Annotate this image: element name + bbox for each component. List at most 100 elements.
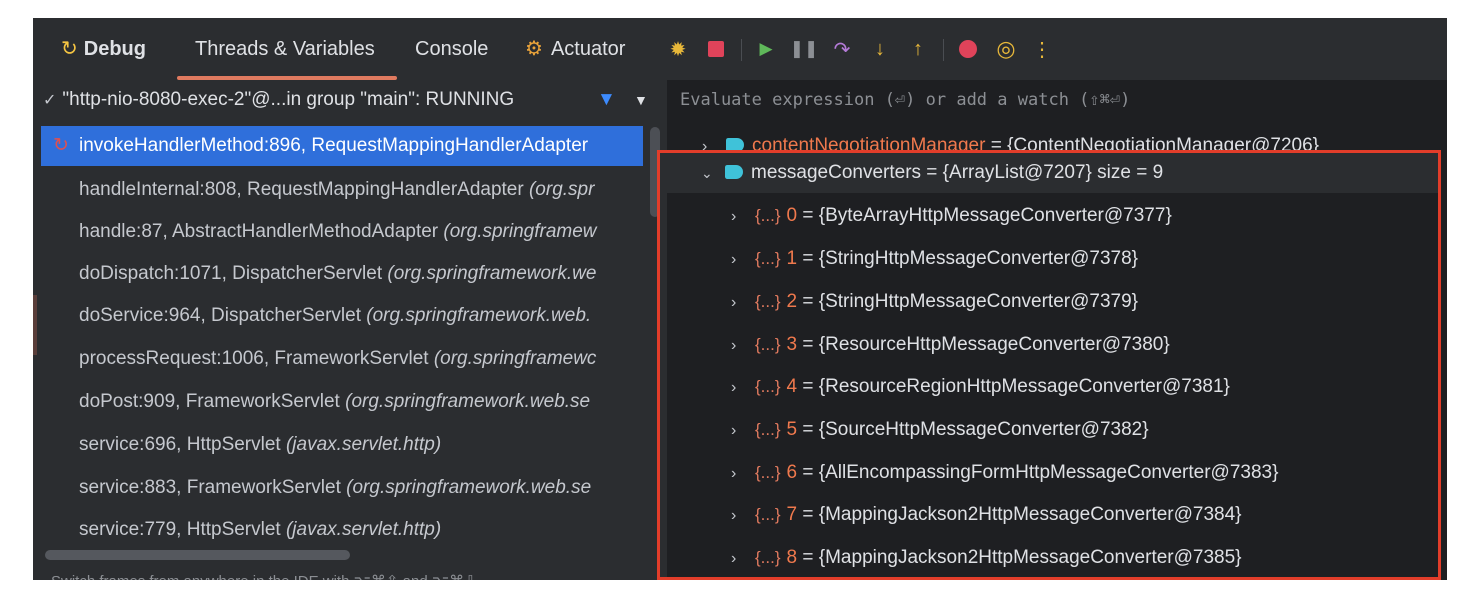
object-icon: {...} bbox=[755, 206, 781, 225]
list-item[interactable]: › {...} 3 = {ResourceHttpMessageConverter@… bbox=[731, 325, 1170, 365]
stack-frame[interactable]: service:883, FrameworkServlet (org.sprin… bbox=[41, 468, 643, 508]
tab-actuator[interactable]: ⚙ Actuator bbox=[525, 18, 625, 80]
stack-frame[interactable]: handle:87, AbstractHandlerMethodAdapter … bbox=[41, 212, 643, 252]
chevron-right-icon[interactable]: › bbox=[731, 496, 749, 536]
object-icon: {...} bbox=[755, 335, 781, 354]
object-icon: {...} bbox=[755, 420, 781, 439]
item-value: = {SourceHttpMessageConverter@7382} bbox=[797, 419, 1149, 440]
variable-row-message-converters[interactable]: ⌄ messageConverters = {ArrayList@7207} si… bbox=[701, 153, 1163, 193]
item-index: 8 bbox=[786, 547, 798, 568]
frames-panel: ✓ "http-nio-8080-exec-2"@...in group "mai… bbox=[33, 80, 668, 580]
list-item[interactable]: › {...} 6 = {AllEncompassingFormHttpMessag… bbox=[731, 453, 1278, 493]
object-icon: {...} bbox=[755, 463, 781, 482]
stack-frame[interactable]: doDispatch:1071, DispatcherServlet (org.… bbox=[41, 254, 643, 294]
chevron-right-icon[interactable]: › bbox=[731, 283, 749, 323]
stack-frame[interactable]: handleInternal:808, RequestMappingHandle… bbox=[41, 170, 643, 210]
chevron-right-icon[interactable]: › bbox=[731, 197, 749, 237]
stack-frame[interactable]: processRequest:1006, FrameworkServlet (o… bbox=[41, 339, 643, 379]
stack-frame[interactable]: service:779, HttpServlet (javax.servlet.… bbox=[41, 510, 643, 550]
item-value: = {ByteArrayHttpMessageConverter@7377} bbox=[797, 205, 1172, 226]
object-icon: {...} bbox=[755, 249, 781, 268]
frame-method: doDispatch:1071, DispatcherServlet bbox=[79, 263, 388, 284]
chevron-right-icon[interactable]: › bbox=[731, 368, 749, 408]
frame-package: (org.springframework.web.se bbox=[345, 391, 591, 412]
mute-breakpoints-icon[interactable]: ◎ bbox=[993, 36, 1019, 62]
item-index: 6 bbox=[786, 462, 798, 483]
frame-package: (javax.servlet.http) bbox=[285, 519, 442, 540]
tab-console[interactable]: Console bbox=[415, 18, 488, 80]
item-value: = {ResourceHttpMessageConverter@7380} bbox=[797, 334, 1170, 355]
frame-package: (javax.servlet.http) bbox=[285, 434, 442, 455]
thread-selector[interactable]: ✓ "http-nio-8080-exec-2"@...in group "mai… bbox=[33, 80, 667, 120]
list-item[interactable]: › {...} 0 = {ByteArrayHttpMessageConverter… bbox=[731, 196, 1172, 236]
frame-method: doService:964, DispatcherServlet bbox=[79, 305, 367, 326]
check-icon: ✓ bbox=[43, 92, 57, 109]
frame-method: service:883, FrameworkServlet bbox=[79, 477, 347, 498]
item-value: = {MappingJackson2HttpMessageConverter@7… bbox=[797, 547, 1242, 568]
tab-debug[interactable]: ↻ Debug bbox=[61, 18, 146, 80]
resume-icon[interactable]: ▶ bbox=[753, 36, 779, 62]
chevron-right-icon[interactable]: › bbox=[731, 539, 749, 579]
chevron-right-icon[interactable]: › bbox=[731, 454, 749, 494]
item-index: 1 bbox=[786, 248, 798, 269]
field-tag-icon bbox=[725, 165, 743, 179]
list-item[interactable]: › {...} 8 = {MappingJackson2HttpMessageCon… bbox=[731, 538, 1242, 578]
thread-label: "http-nio-8080-exec-2"@...in group "main… bbox=[62, 89, 515, 110]
chevron-down-icon[interactable]: ▼ bbox=[634, 80, 648, 120]
breakpoint-icon[interactable] bbox=[955, 36, 981, 62]
evaluate-expression-field[interactable]: Evaluate expression (⏎) or add a watch (… bbox=[680, 90, 1130, 110]
toolbar-separator bbox=[943, 39, 944, 61]
stack-frame[interactable]: service:696, HttpServlet (javax.servlet.… bbox=[41, 425, 643, 465]
step-out-icon[interactable]: ↑ bbox=[905, 36, 931, 62]
list-item[interactable]: › {...} 2 = {StringHttpMessageConverter@73… bbox=[731, 282, 1138, 322]
step-into-icon[interactable]: ↓ bbox=[867, 36, 893, 62]
item-index: 4 bbox=[786, 376, 798, 397]
item-index: 3 bbox=[786, 334, 798, 355]
debug-power-icon: ↻ bbox=[61, 38, 78, 60]
item-value: = {StringHttpMessageConverter@7379} bbox=[797, 291, 1139, 312]
list-item[interactable]: › {...} 1 = {StringHttpMessageConverter@73… bbox=[731, 239, 1138, 279]
chevron-right-icon[interactable]: › bbox=[731, 411, 749, 451]
item-index: 7 bbox=[786, 504, 798, 525]
bug-icon[interactable]: ✹ bbox=[665, 36, 691, 62]
filter-icon[interactable]: ▼ bbox=[597, 80, 616, 120]
list-item[interactable]: › {...} 5 = {SourceHttpMessageConverter@73… bbox=[731, 410, 1149, 450]
tab-actuator-label: Actuator bbox=[550, 38, 626, 60]
frames-vertical-scrollbar[interactable] bbox=[650, 127, 660, 217]
object-icon: {...} bbox=[755, 505, 781, 524]
list-item[interactable]: › {...} 7 = {MappingJackson2HttpMessageCon… bbox=[731, 495, 1242, 535]
frame-package: (org.springframewc bbox=[433, 348, 597, 369]
chevron-right-icon[interactable]: › bbox=[731, 326, 749, 366]
variable-name: messageConverters bbox=[751, 162, 922, 183]
more-icon[interactable]: ⋮ bbox=[1029, 36, 1055, 62]
stack-frame[interactable]: ↻ invokeHandlerMethod:896, RequestMappin… bbox=[41, 126, 643, 166]
item-value: = {StringHttpMessageConverter@7378} bbox=[797, 248, 1139, 269]
item-index: 5 bbox=[786, 419, 798, 440]
pause-icon[interactable]: ❚❚ bbox=[790, 36, 819, 62]
object-icon: {...} bbox=[755, 292, 781, 311]
frame-method: service:696, HttpServlet bbox=[79, 434, 286, 455]
object-icon: {...} bbox=[755, 548, 781, 567]
item-value: = {MappingJackson2HttpMessageConverter@7… bbox=[797, 504, 1242, 525]
object-icon: {...} bbox=[755, 377, 781, 396]
debug-tool-window: ↻ Debug Threads & Variables Console ⚙ Actu… bbox=[33, 18, 1447, 580]
chevron-down-icon[interactable]: ⌄ bbox=[701, 153, 719, 193]
stack-frame[interactable]: doService:964, DispatcherServlet (org.sp… bbox=[41, 296, 643, 336]
stop-icon[interactable] bbox=[703, 36, 729, 62]
tab-debug-label: Debug bbox=[83, 38, 146, 60]
frame-method: handleInternal:808, RequestMappingHandle… bbox=[79, 179, 529, 200]
frame-method: service:779, HttpServlet bbox=[79, 519, 286, 540]
frames-horizontal-scrollbar[interactable] bbox=[45, 550, 350, 560]
step-over-icon[interactable]: ↷ bbox=[829, 36, 855, 62]
frame-method: invokeHandlerMethod:896, RequestMappingH… bbox=[79, 135, 589, 156]
debug-tab-bar: ↻ Debug Threads & Variables Console ⚙ Actu… bbox=[33, 18, 1447, 81]
stack-frame[interactable]: doPost:909, FrameworkServlet (org.spring… bbox=[41, 382, 643, 422]
item-value: = {ResourceRegionHttpMessageConverter@73… bbox=[797, 376, 1230, 397]
frame-method: doPost:909, FrameworkServlet bbox=[79, 391, 346, 412]
chevron-right-icon[interactable]: › bbox=[731, 240, 749, 280]
list-item[interactable]: › {...} 4 = {ResourceRegionHttpMessageConv… bbox=[731, 367, 1230, 407]
frame-reload-icon: ↻ bbox=[53, 135, 69, 156]
item-index: 0 bbox=[786, 205, 798, 226]
tab-threads-variables[interactable]: Threads & Variables bbox=[195, 18, 375, 80]
frame-method: handle:87, AbstractHandlerMethodAdapter bbox=[79, 221, 444, 242]
